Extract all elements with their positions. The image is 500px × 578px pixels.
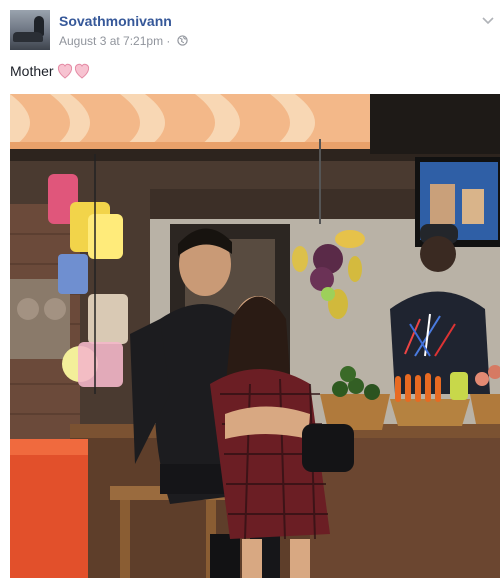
post-meta: August 3 at 7:21pm · (59, 34, 188, 49)
chevron-down-icon[interactable] (482, 12, 494, 30)
two-hearts-icon (56, 62, 92, 80)
globe-icon[interactable] (177, 35, 188, 49)
post-timestamp-link[interactable]: August 3 at 7:21pm (59, 34, 163, 48)
post-photo[interactable] (10, 94, 500, 578)
avatar[interactable] (10, 10, 50, 50)
post-caption: Mother (10, 62, 92, 80)
caption-text: Mother (10, 63, 54, 79)
meta-separator: · (166, 34, 171, 48)
author-name-link[interactable]: Sovathmonivann (59, 13, 172, 29)
post-header: Sovathmonivann August 3 at 7:21pm · (10, 10, 500, 52)
